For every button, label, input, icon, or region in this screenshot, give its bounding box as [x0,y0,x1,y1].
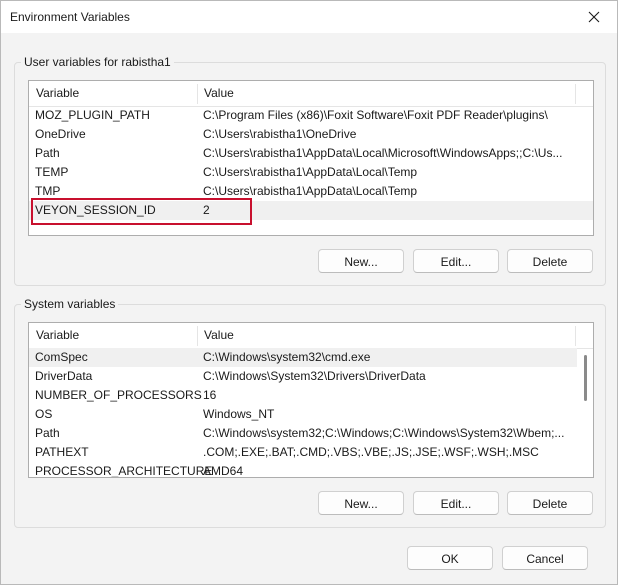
user-variables-list[interactable]: Variable Value MOZ_PLUGIN_PATH C:\Progra… [28,80,594,236]
table-row[interactable]: DriverData C:\Windows\System32\Drivers\D… [29,367,593,386]
user-variables-header: Variable Value [29,81,593,107]
variable-value: C:\Users\rabistha1\AppData\Local\Microso… [203,146,563,160]
user-new-button[interactable]: New... [318,249,404,273]
table-row-selected[interactable]: ComSpec C:\Windows\system32\cmd.exe [29,348,577,367]
variable-name: Path [35,146,60,160]
table-row[interactable]: Path C:\Users\rabistha1\AppData\Local\Mi… [29,144,593,163]
system-variables-label: System variables [21,297,119,311]
close-icon [588,11,600,23]
variable-name: MOZ_PLUGIN_PATH [35,108,150,122]
cancel-button[interactable]: Cancel [502,546,588,570]
table-row[interactable]: Path C:\Windows\system32;C:\Windows;C:\W… [29,424,593,443]
table-row[interactable]: OS Windows_NT [29,405,593,424]
scrollbar-thumb[interactable] [584,355,587,401]
system-edit-button[interactable]: Edit... [413,491,499,515]
variable-name: PATHEXT [35,445,89,459]
column-header-value[interactable]: Value [204,81,234,106]
table-row[interactable]: TEMP C:\Users\rabistha1\AppData\Local\Te… [29,163,593,182]
variable-name: OneDrive [35,127,86,141]
user-variables-group: User variables for rabistha1 Variable Va… [14,55,606,286]
system-variables-list[interactable]: Variable Value ComSpec C:\Windows\system… [28,322,594,478]
variable-name: NUMBER_OF_PROCESSORS [35,388,202,402]
table-row[interactable]: PROCESSOR_ARCHITECTURE AMD64 [29,462,593,478]
highlight-annotation-box [31,198,252,225]
variable-value: 2 [203,203,210,217]
variable-value: .COM;.EXE;.BAT;.CMD;.VBS;.VBE;.JS;.JSE;.… [203,445,539,459]
column-header-variable[interactable]: Variable [36,81,79,106]
user-delete-button[interactable]: Delete [507,249,593,273]
user-edit-button[interactable]: Edit... [413,249,499,273]
system-variables-header: Variable Value [29,323,593,349]
close-button[interactable] [571,1,617,33]
variable-name: PROCESSOR_ARCHITECTURE [35,464,213,478]
table-row[interactable]: OneDrive C:\Users\rabistha1\OneDrive [29,125,593,144]
user-variables-label: User variables for rabistha1 [21,55,174,69]
variable-value: AMD64 [203,464,244,478]
column-header-value[interactable]: Value [204,323,234,348]
variable-value: C:\Windows\system32;C:\Windows;C:\Window… [203,426,565,440]
system-variables-scrollbar[interactable] [582,349,588,475]
variable-name: ComSpec [35,350,88,364]
variable-value: C:\Windows\System32\Drivers\DriverData [203,369,426,383]
table-row[interactable]: PATHEXT .COM;.EXE;.BAT;.CMD;.VBS;.VBE;.J… [29,443,593,462]
variable-name: DriverData [35,369,93,383]
variable-name: TEMP [35,165,69,179]
variable-value: 16 [203,388,217,402]
title-bar: Environment Variables [1,1,617,33]
system-new-button[interactable]: New... [318,491,404,515]
window-title: Environment Variables [10,10,130,24]
variable-value: C:\Users\rabistha1\OneDrive [203,127,357,141]
table-row[interactable]: MOZ_PLUGIN_PATH C:\Program Files (x86)\F… [29,106,593,125]
column-header-variable[interactable]: Variable [36,323,79,348]
variable-name: Path [35,426,60,440]
variable-value: C:\Users\rabistha1\AppData\Local\Temp [203,165,418,179]
variable-name: OS [35,407,53,421]
system-delete-button[interactable]: Delete [507,491,593,515]
variable-value: C:\Program Files (x86)\Foxit Software\Fo… [203,108,548,122]
variable-value: Windows_NT [203,407,275,421]
variable-value: C:\Users\rabistha1\AppData\Local\Temp [203,184,418,198]
ok-button[interactable]: OK [407,546,493,570]
environment-variables-dialog: Environment Variables User variables for… [0,0,618,585]
table-row[interactable]: NUMBER_OF_PROCESSORS 16 [29,386,593,405]
system-variables-group: System variables Variable Value ComSpec … [14,297,606,528]
variable-value: C:\Windows\system32\cmd.exe [203,350,371,364]
